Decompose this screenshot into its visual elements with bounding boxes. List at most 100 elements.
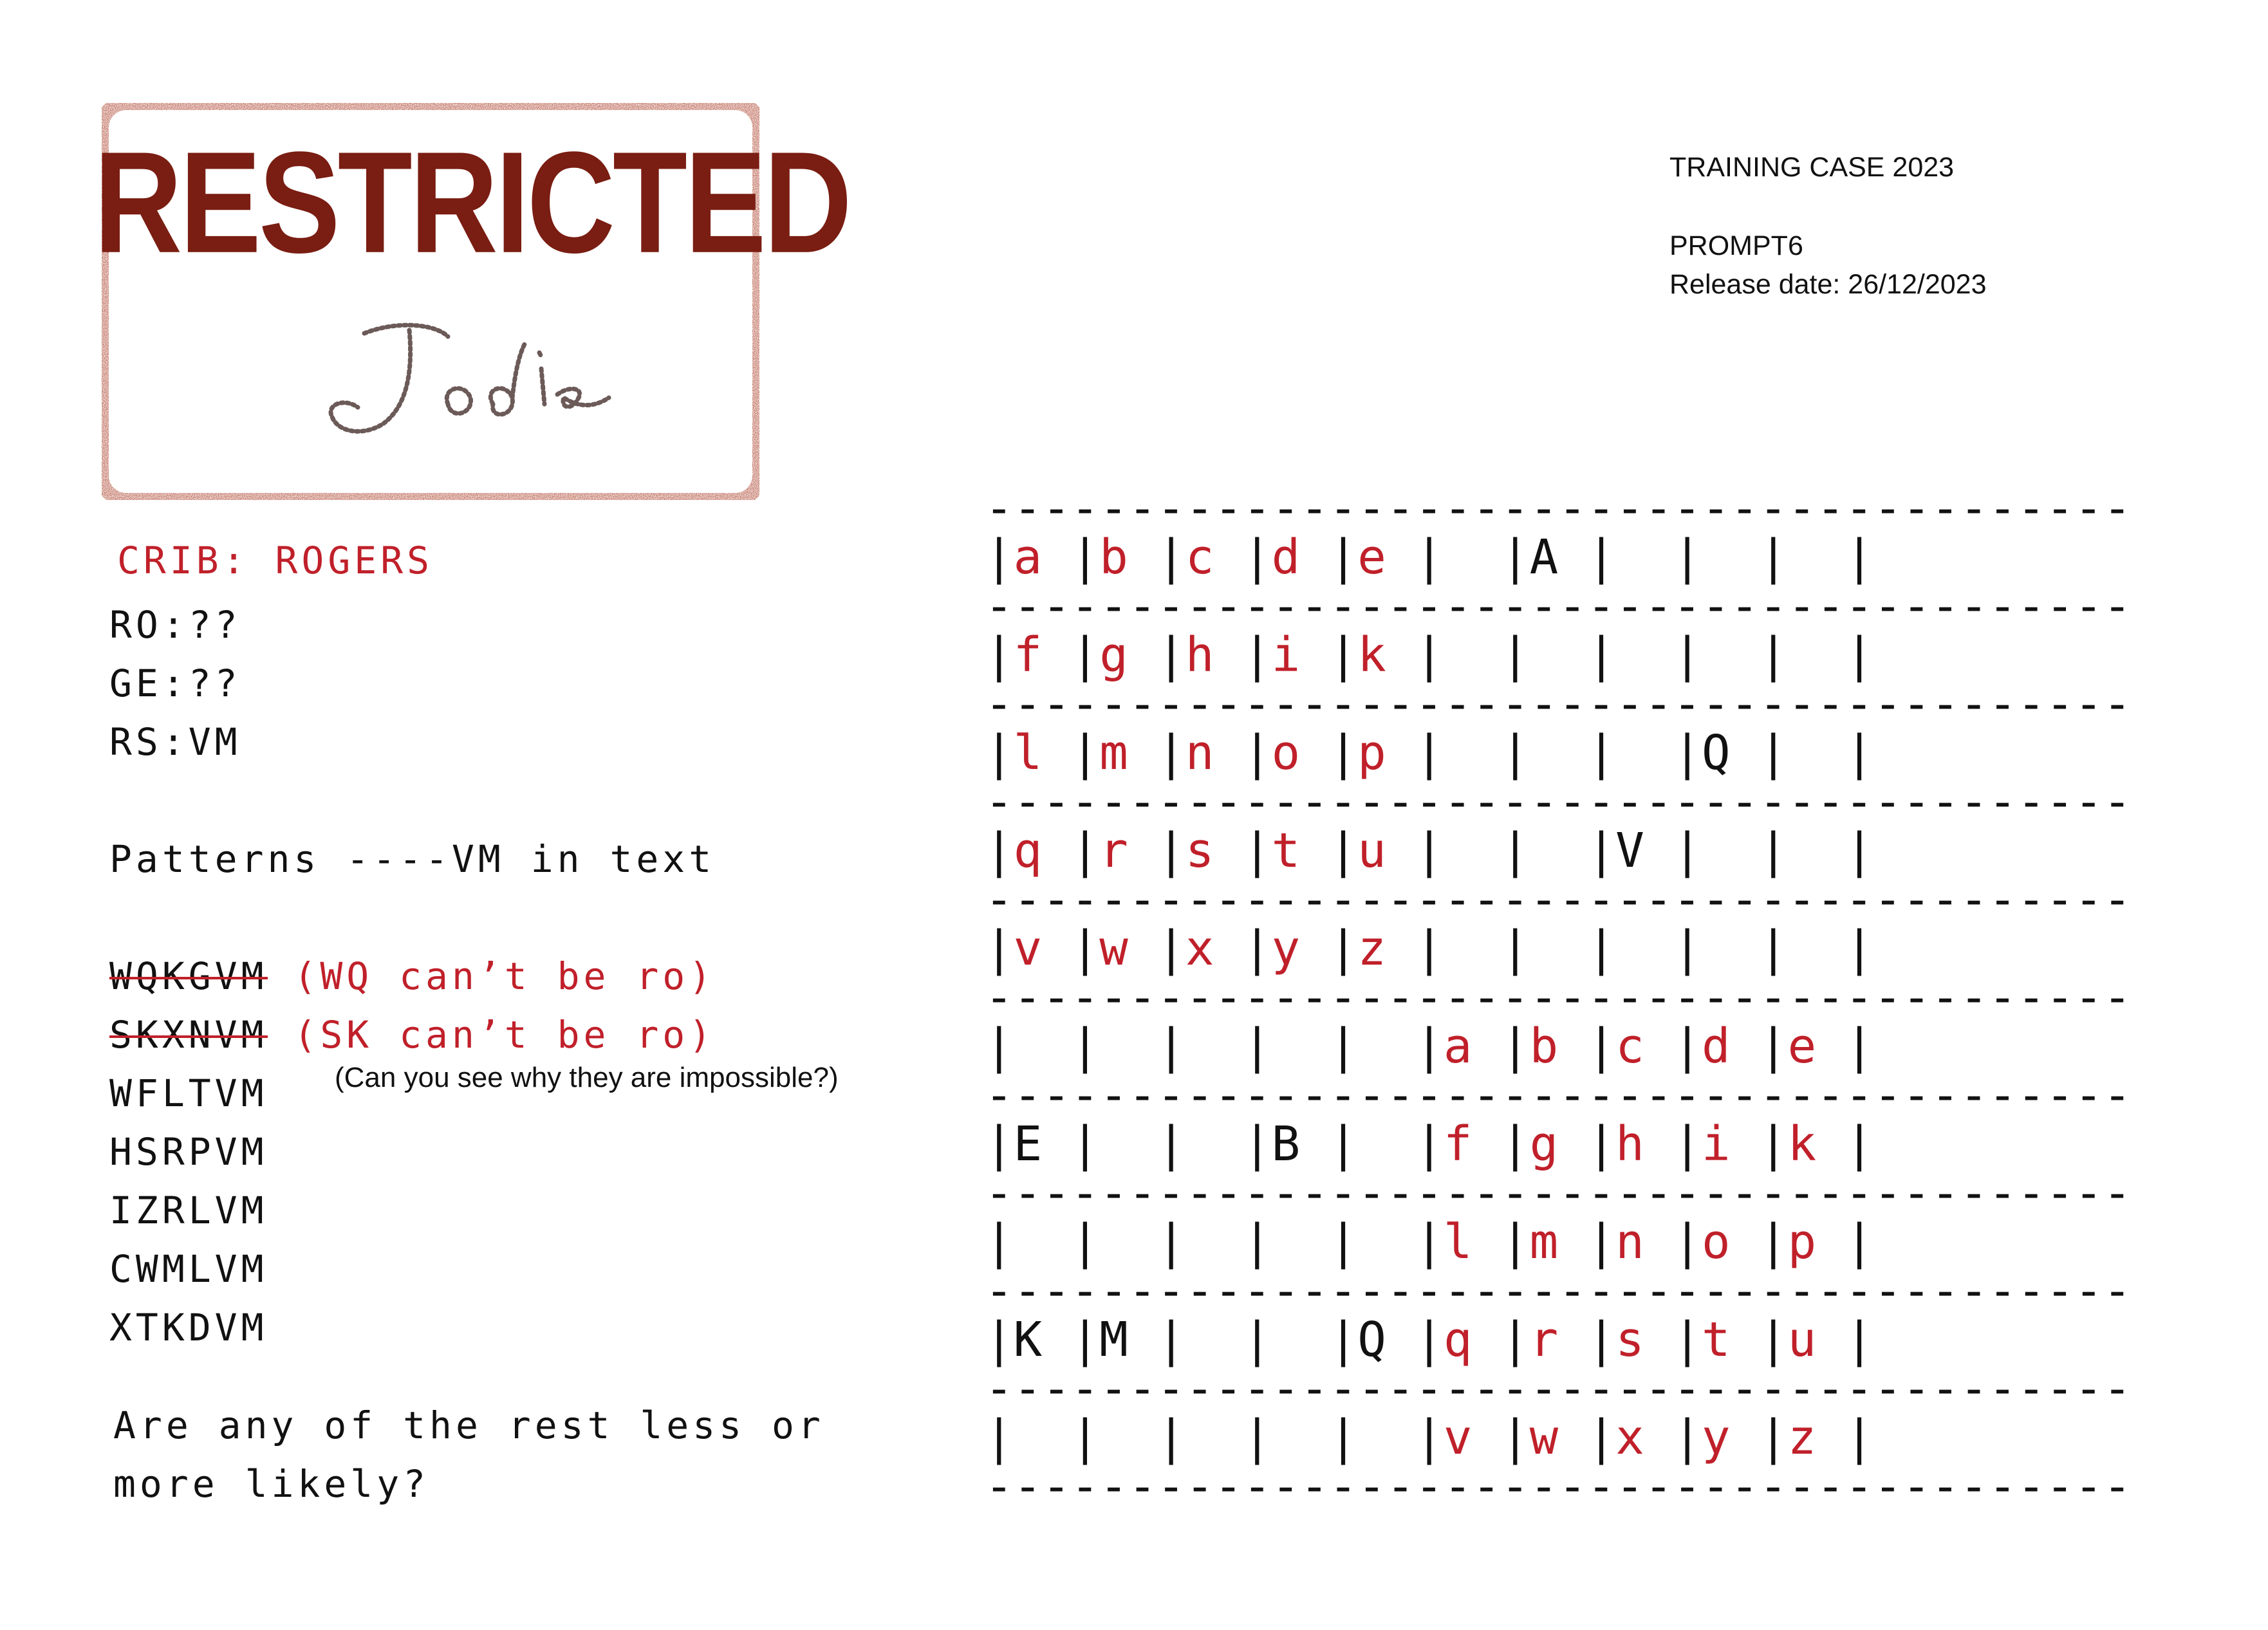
grid-cell	[1444, 530, 1473, 585]
grid-cell	[1702, 530, 1731, 585]
grid-cell: w	[1529, 1410, 1559, 1465]
grid-row: | | | | | |v |w |x |y |z |	[985, 1410, 1874, 1465]
grid-cell: y	[1271, 921, 1301, 976]
grid-cell	[1272, 1410, 1301, 1465]
grid-cell: Q	[1701, 725, 1731, 781]
grid-cell	[1099, 1116, 1128, 1172]
grid-cell	[1444, 823, 1473, 878]
grid-cell: Q	[1357, 1312, 1386, 1367]
grid-dash-line: ----------------------------------------	[985, 1263, 2132, 1319]
grid-cell: c	[1615, 1019, 1644, 1074]
grid-cell: e	[1787, 1019, 1817, 1074]
grid-cell	[1185, 1312, 1214, 1367]
grid-cell	[1615, 921, 1644, 976]
grid-cell	[1788, 627, 1817, 683]
grid-cell: y	[1701, 1410, 1731, 1465]
grid-dash-line: ----------------------------------------	[985, 872, 2132, 927]
grid-dash-line: ----------------------------------------	[985, 774, 2132, 829]
grid-cell	[1530, 725, 1559, 781]
grid-cell: r	[1529, 1312, 1559, 1367]
grid-row: |v |w |x |y |z | | | | | |	[985, 921, 1874, 976]
grid-cell: t	[1701, 1312, 1731, 1367]
grid-cell	[1357, 1410, 1386, 1465]
candidate-word: XTKDVM	[109, 1306, 268, 1349]
signature-jodie	[328, 322, 611, 434]
grid-cell: h	[1185, 627, 1214, 683]
grid-cell	[1788, 530, 1817, 585]
release-date: Release date: 26/12/2023	[1669, 269, 1987, 300]
grid-cell: E	[1013, 1116, 1043, 1172]
grid-cell	[1272, 1214, 1301, 1270]
grid-cell	[1444, 725, 1473, 781]
grid-row: |a |b |c |d |e | |A | | | |	[985, 530, 1874, 585]
grid-cell	[1357, 1214, 1386, 1270]
grid-cell: x	[1185, 921, 1214, 976]
grid-cell: l	[1443, 1214, 1473, 1270]
grid-cell: b	[1529, 1019, 1559, 1074]
grid-cell: k	[1357, 627, 1386, 683]
grid-cell	[1788, 725, 1817, 781]
candidate-word: HSRPVM	[109, 1130, 268, 1174]
grid-cell	[1357, 1019, 1386, 1074]
grid-cell	[1702, 627, 1731, 683]
grid-cell	[1702, 921, 1731, 976]
grid-cell: M	[1099, 1312, 1128, 1367]
grid-cell: h	[1615, 1116, 1644, 1172]
grid-dash-line: ----------------------------------------	[985, 1361, 2132, 1416]
grid-cell	[1185, 1410, 1214, 1465]
grid-dash-line: ----------------------------------------	[985, 481, 2132, 536]
grid-cell: l	[1013, 725, 1043, 781]
pair-ro: RO:??	[109, 603, 241, 647]
crib-line: CRIB: ROGERS	[117, 539, 434, 582]
grid-cell	[1099, 1214, 1128, 1270]
grid-cell	[1530, 823, 1559, 878]
grid-cell: i	[1701, 1116, 1731, 1172]
grid-row: |q |r |s |t |u | | |V | | |	[985, 823, 1874, 878]
grid-cell: m	[1529, 1214, 1559, 1270]
closing-question-line2: more likely?	[113, 1462, 430, 1506]
stamp-word: RESTRICTED	[94, 122, 852, 284]
grid-row: | | | | | |a |b |c |d |e |	[985, 1019, 1874, 1074]
grid-cell	[1185, 1019, 1214, 1074]
grid-dash-line: ----------------------------------------	[985, 1165, 2132, 1221]
eliminated-row: SKXNVM (SK can’t be ro)	[109, 1016, 715, 1053]
grid-cell: g	[1529, 1116, 1559, 1172]
grid-cell: v	[1013, 921, 1043, 976]
grid-dash-line: ----------------------------------------	[985, 579, 2132, 634]
grid-cell	[1530, 921, 1559, 976]
grid-cell	[1615, 530, 1644, 585]
eliminated-row: WQKGVM (WQ can’t be ro)	[109, 958, 715, 995]
grid-cell: o	[1701, 1214, 1731, 1270]
grid-cell: b	[1099, 530, 1128, 585]
pair-rs: RS:VM	[109, 720, 241, 764]
grid-cell: n	[1615, 1214, 1644, 1270]
cipher-grid: ----------------------------------------…	[985, 484, 2132, 1511]
grid-cell	[1272, 1019, 1301, 1074]
grid-cell: g	[1099, 627, 1128, 683]
patterns-line: Patterns ----VM in text	[109, 837, 716, 881]
grid-cell: d	[1701, 1019, 1731, 1074]
grid-cell	[1272, 1312, 1301, 1367]
grid-cell: r	[1099, 823, 1128, 878]
candidate-word: WFLTVM	[109, 1071, 268, 1115]
grid-cell: z	[1787, 1410, 1817, 1465]
grid-cell: a	[1013, 530, 1043, 585]
grid-cell: k	[1787, 1116, 1817, 1172]
grid-dash-line: ----------------------------------------	[985, 1068, 2132, 1123]
grid-cell: V	[1615, 823, 1644, 878]
grid-cell	[1444, 921, 1473, 976]
grid-cell: A	[1529, 530, 1559, 585]
grid-cell	[1788, 823, 1817, 878]
eliminated-reason: (WQ can’t be ro)	[293, 954, 716, 998]
grid-cell	[1788, 921, 1817, 976]
grid-cell: K	[1013, 1312, 1043, 1367]
grid-cell: v	[1443, 1410, 1473, 1465]
grid-cell	[1615, 627, 1644, 683]
grid-cell: s	[1615, 1312, 1644, 1367]
grid-cell	[1530, 627, 1559, 683]
eliminated-word: WQKGVM	[109, 954, 268, 998]
grid-row: |f |g |h |i |k | | | | | |	[985, 627, 1874, 683]
grid-cell	[1185, 1214, 1214, 1270]
grid-cell: n	[1185, 725, 1214, 781]
prompt-label: PROMPT6	[1669, 230, 1803, 261]
